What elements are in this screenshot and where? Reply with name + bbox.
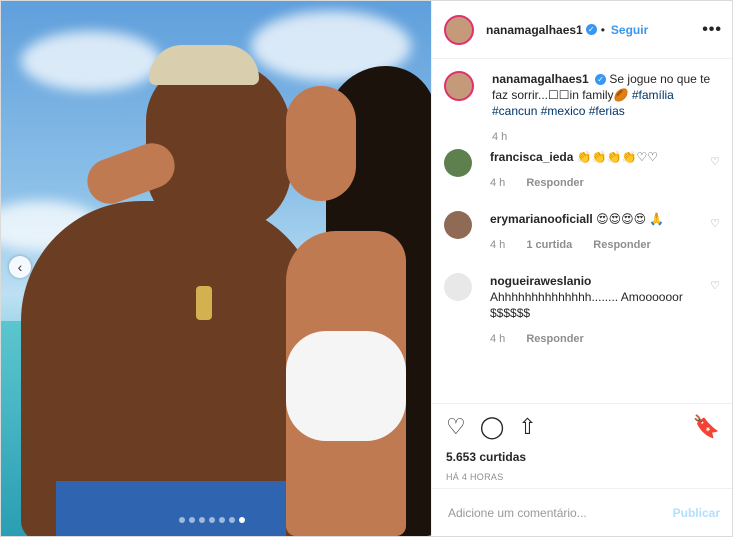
more-options-icon[interactable]: ••• (702, 21, 722, 39)
reply-button[interactable]: Responder (526, 333, 583, 345)
comment-meta: 4 h Responder (490, 175, 704, 191)
comment-meta: 4 h Responder (490, 331, 704, 347)
photo-pendant (196, 286, 212, 320)
heart-icon[interactable]: ♡ (446, 414, 466, 440)
heart-icon[interactable]: ♡ (710, 279, 720, 292)
comment-item: erymarianooficiall 😍😍😍😍 🙏 4 h 1 curtida … (444, 211, 720, 253)
header-username[interactable]: nanamagalhaes1 (486, 23, 583, 37)
timestamp[interactable]: 4 h (492, 131, 507, 143)
separator-dot: • (600, 22, 605, 37)
photo-man-head (146, 61, 291, 231)
comment-username[interactable]: erymarianooficiall (490, 212, 593, 226)
hashtag-link[interactable]: #cancun (492, 104, 537, 118)
post-panel: nanamagalhaes1 ✓ • Seguir ••• nanamagalh… (431, 1, 732, 536)
avatar[interactable] (444, 273, 472, 301)
carousel-dot (239, 517, 245, 523)
comment-item: nogueiraweslanio Ahhhhhhhhhhhhhh........… (444, 273, 720, 347)
heart-icon[interactable]: ♡ (710, 155, 720, 168)
carousel-dots (179, 517, 245, 523)
carousel-dot (229, 517, 235, 523)
hashtag-link[interactable]: #mexico (541, 104, 586, 118)
action-bar: ♡ ◯ ⇧ 🔖 5.653 curtidas HÁ 4 HORAS (432, 403, 732, 482)
carousel-prev-button[interactable]: ‹ (9, 256, 31, 278)
photo-bikini (286, 331, 406, 441)
chevron-left-icon: ‹ (17, 259, 23, 275)
carousel-dot (179, 517, 185, 523)
post-photo[interactable]: ‹ (1, 1, 431, 536)
comment-item: francisca_ieda 👏👏👏👏♡♡ 4 h Responder ♡ (444, 149, 720, 191)
avatar[interactable] (444, 71, 474, 101)
publish-button[interactable]: Publicar (673, 506, 720, 520)
photo-shorts (56, 481, 286, 536)
timestamp[interactable]: 4 h (490, 333, 505, 345)
caption: nanamagalhaes1 ✓ Se jogue no que te faz … (444, 71, 720, 145)
bookmark-icon[interactable]: 🔖 (693, 414, 720, 440)
hashtag-link[interactable]: #família (632, 88, 674, 102)
reply-button[interactable]: Responder (593, 239, 650, 251)
comment-likes[interactable]: 1 curtida (526, 239, 572, 251)
timestamp[interactable]: 4 h (490, 239, 505, 251)
instagram-post: ‹ nanamagalhaes1 ✓ • Seguir ••• nanamaga… (0, 0, 733, 537)
timestamp[interactable]: 4 h (490, 177, 505, 189)
comment-input[interactable] (446, 504, 673, 521)
carousel-dot (219, 517, 225, 523)
avatar[interactable] (444, 14, 474, 45)
avatar[interactable] (444, 149, 472, 177)
add-comment-bar: Publicar (432, 488, 732, 536)
carousel-dot (189, 517, 195, 523)
avatar[interactable] (444, 211, 472, 239)
heart-icon[interactable]: ♡ (710, 217, 720, 230)
carousel-dot (199, 517, 205, 523)
comment-username[interactable]: nogueiraweslanio (490, 274, 591, 288)
photo-man-hair (149, 45, 259, 85)
follow-button[interactable]: Seguir (611, 23, 648, 37)
caption-meta: 4 h (492, 129, 720, 145)
comment-icon[interactable]: ◯ (480, 414, 505, 440)
comment-text: Ahhhhhhhhhhhhhh........ Amoooooor $$$$$$ (490, 290, 683, 320)
caption-username[interactable]: nanamagalhaes1 (492, 72, 589, 86)
verified-badge-icon: ✓ (585, 24, 597, 35)
reply-button[interactable]: Responder (526, 177, 583, 189)
verified-badge-icon: ✓ (595, 74, 607, 85)
photo-cloud (21, 31, 161, 91)
post-header: nanamagalhaes1 ✓ • Seguir ••• (432, 1, 732, 59)
like-count[interactable]: 5.653 curtidas (446, 450, 720, 464)
comment-text: 👏👏👏👏♡♡ (576, 150, 659, 164)
comment-list: nanamagalhaes1 ✓ Se jogue no que te faz … (444, 71, 720, 347)
comment-meta: 4 h 1 curtida Responder (490, 237, 704, 253)
post-time[interactable]: HÁ 4 HORAS (446, 472, 720, 482)
share-icon[interactable]: ⇧ (518, 414, 536, 440)
hashtag-link[interactable]: #ferias (589, 104, 625, 118)
comment-username[interactable]: francisca_ieda (490, 150, 573, 164)
photo-woman-face (286, 86, 356, 201)
comment-text: 😍😍😍😍 🙏 (596, 212, 665, 226)
carousel-dot (209, 517, 215, 523)
